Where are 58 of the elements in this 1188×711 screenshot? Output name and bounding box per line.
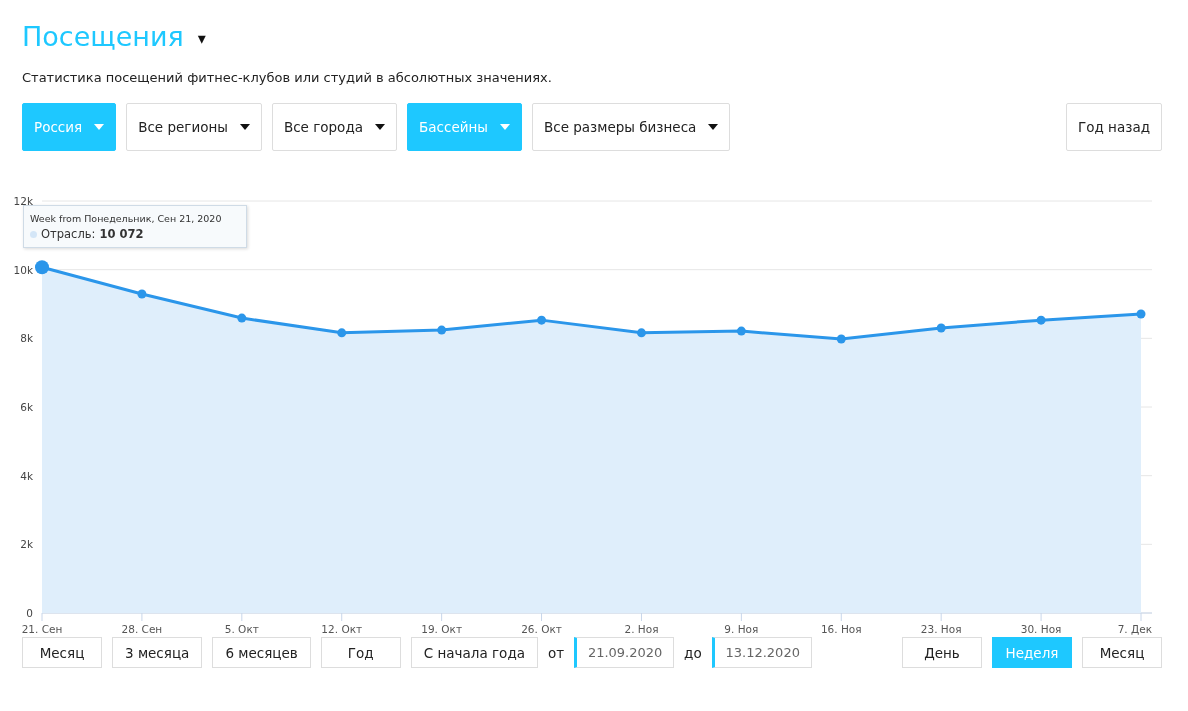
- data-point: [1136, 309, 1146, 319]
- caret-icon[interactable]: ▾: [197, 28, 206, 48]
- y-axis-label: 12k: [13, 195, 33, 207]
- date-from-label: от: [548, 644, 565, 661]
- x-axis-label: 12. Окт: [321, 623, 363, 635]
- x-axis-label: 2. Ноя: [624, 623, 659, 635]
- x-axis-label: 19. Окт: [421, 623, 462, 635]
- range-button[interactable]: Год: [320, 637, 401, 668]
- x-axis-label: 9. Ноя: [724, 623, 759, 635]
- y-axis-label: 10k: [13, 263, 33, 276]
- data-point: [35, 260, 49, 275]
- x-axis-label: 5. Окт: [224, 623, 259, 635]
- data-point: [137, 289, 147, 299]
- x-axis-label: 7. Дек: [1117, 623, 1152, 635]
- caret-icon: [239, 124, 250, 130]
- range-button[interactable]: 3 месяца: [112, 637, 203, 668]
- x-axis-label: 26. Окт: [521, 623, 562, 635]
- date-from-field[interactable]: 21.09.2020: [574, 637, 675, 668]
- data-point: [936, 323, 946, 333]
- page-title: Посещения: [22, 20, 184, 52]
- range-button[interactable]: 6 месяцев: [212, 637, 311, 668]
- compare-button[interactable]: Год назад: [1066, 103, 1162, 151]
- series-name: Отрасль:: [41, 227, 96, 241]
- range-button[interactable]: С начала года: [410, 637, 538, 668]
- granularity-button[interactable]: Месяц: [1082, 637, 1162, 668]
- data-point: [337, 328, 347, 338]
- caret-icon: [94, 124, 105, 130]
- data-point: [237, 313, 247, 323]
- y-axis-label: 4k: [20, 469, 33, 482]
- series-value: 10 072: [99, 227, 144, 241]
- filter-dropdown[interactable]: Все регионы: [126, 103, 262, 151]
- x-axis-label: 16. Ноя: [820, 623, 862, 635]
- x-axis-label: 30. Ноя: [1020, 623, 1062, 635]
- tooltip-title: Week from Понедельник, Сен 21, 2020: [30, 213, 223, 224]
- x-axis-label: 28. Сен: [121, 623, 163, 635]
- subtitle: Статистика посещений фитнес-клубов или студий в абсолютных значениях.: [22, 70, 553, 87]
- y-axis-label: 6k: [20, 401, 33, 413]
- y-axis-label: 8k: [20, 332, 33, 345]
- date-to-label: до: [684, 644, 702, 661]
- granularity-button[interactable]: День: [902, 637, 982, 668]
- y-axis-label: 0: [26, 607, 33, 619]
- data-point: [836, 334, 846, 344]
- y-axis-label: 2k: [20, 538, 33, 551]
- caret-icon: [375, 124, 385, 130]
- range-button[interactable]: Месяц: [22, 637, 102, 668]
- date-to-field[interactable]: 13.12.2020: [711, 637, 812, 668]
- filter-dropdown[interactable]: Все города: [271, 103, 397, 151]
- caret-icon: [499, 124, 510, 130]
- caret-icon: [708, 124, 719, 130]
- x-axis-label: 23. Ноя: [920, 623, 962, 635]
- series-dot-icon: [30, 230, 37, 238]
- x-axis-label: 21. Сен: [21, 623, 63, 635]
- data-point: [1036, 315, 1046, 325]
- data-point: [537, 315, 547, 325]
- data-point: [437, 325, 447, 335]
- data-point: [736, 326, 746, 336]
- data-point: [636, 328, 646, 338]
- filter-dropdown[interactable]: Все размеры бизнеса: [531, 103, 731, 151]
